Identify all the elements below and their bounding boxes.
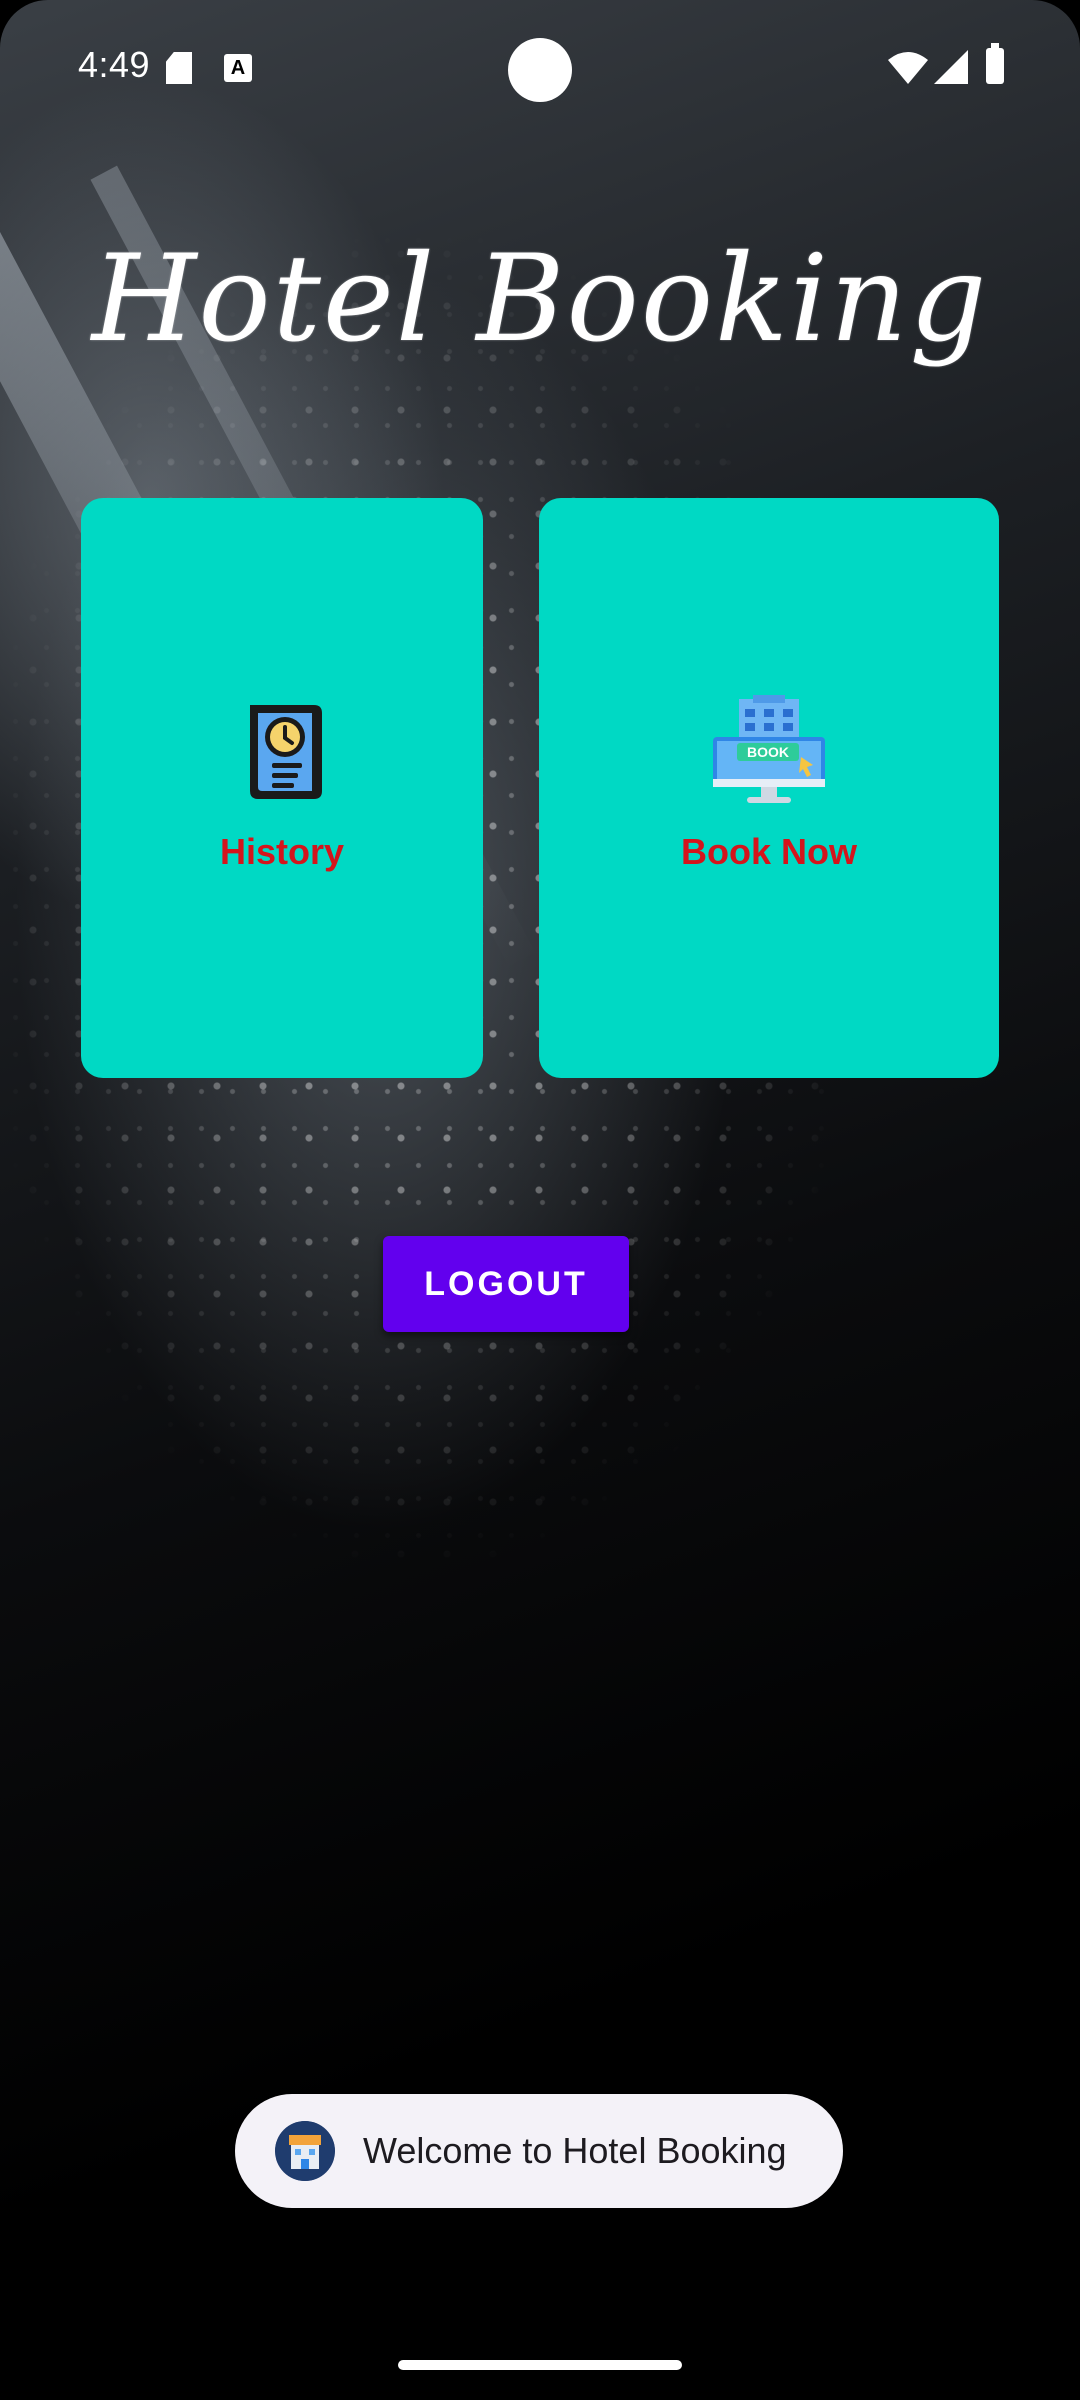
app-title: Hotel Booking (91, 230, 989, 369)
book-now-card[interactable]: BOOK Book Now (539, 498, 999, 1078)
status-bar: 4:49 A (0, 0, 1080, 136)
hotel-book-monitor-icon: BOOK (713, 695, 825, 803)
status-time: 4:49 (78, 44, 151, 85)
home-indicator[interactable] (398, 2360, 682, 2370)
toast-text: Welcome to Hotel Booking (363, 2130, 787, 2171)
history-label: History (219, 831, 345, 872)
welcome-toast: Welcome to Hotel Booking (235, 2094, 843, 2208)
hotel-app-icon (275, 2121, 335, 2181)
front-camera-cutout (508, 38, 572, 102)
book-now-label: Book Now (681, 831, 857, 872)
history-card[interactable]: History (81, 498, 483, 1078)
history-document-clock-icon (250, 705, 322, 799)
svg-text:BOOK: BOOK (747, 744, 789, 760)
app-screen: 4:49 A Hotel Booking History BOOK Book N… (0, 0, 1080, 2400)
battery-icon (986, 43, 1004, 84)
notification-a-icon: A (224, 54, 252, 82)
wifi-icon (888, 52, 928, 84)
logout-button[interactable]: LOGOUT (383, 1236, 629, 1332)
cell-signal-icon (934, 50, 968, 84)
sd-card-icon (166, 52, 192, 84)
